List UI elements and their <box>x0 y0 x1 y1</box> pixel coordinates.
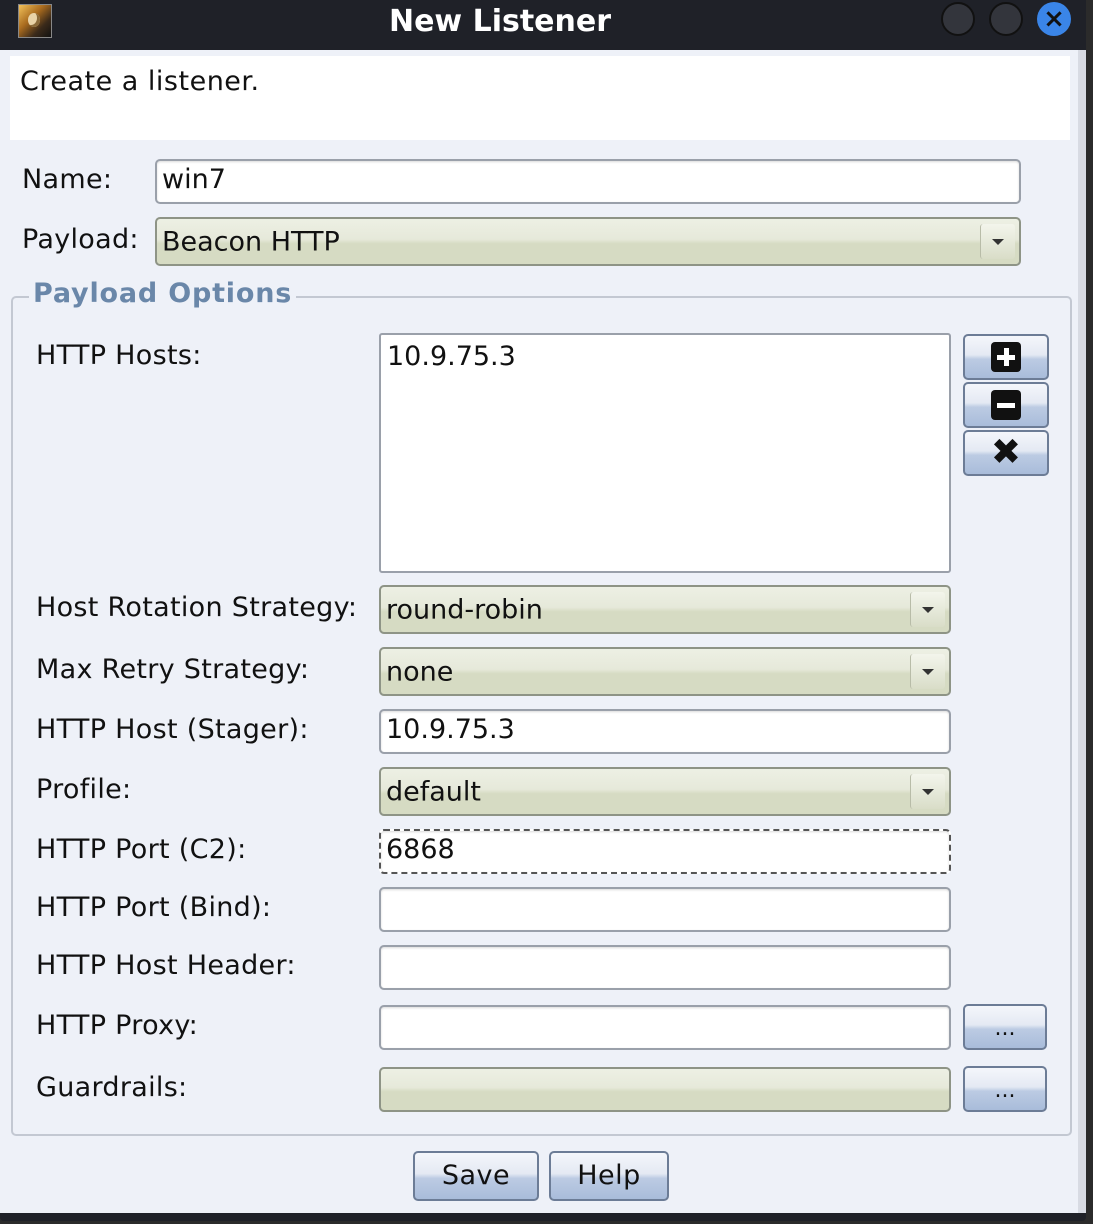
list-item[interactable]: 10.9.75.3 <box>387 341 516 372</box>
payload-options-title: Payload Options <box>29 278 297 309</box>
close-button[interactable]: × <box>1037 2 1071 36</box>
max-retry-label: Max Retry Strategy: <box>36 654 310 685</box>
port-c2-label: HTTP Port (C2): <box>36 834 247 865</box>
window-title: New Listener <box>388 4 612 39</box>
chevron-down-icon[interactable] <box>910 592 945 627</box>
profile-select[interactable]: default <box>379 767 951 816</box>
stager-host-field[interactable]: 10.9.75.3 <box>379 709 951 754</box>
payload-select[interactable]: Beacon HTTP <box>155 217 1021 266</box>
name-field[interactable]: win7 <box>155 159 1021 204</box>
port-c2-field[interactable]: 6868 <box>379 829 951 874</box>
port-bind-label: HTTP Port (Bind): <box>36 892 272 923</box>
payload-label: Payload: <box>22 224 139 255</box>
guardrails-edit-button[interactable]: ... <box>963 1066 1047 1112</box>
proxy-field[interactable] <box>379 1005 951 1050</box>
chevron-down-icon[interactable] <box>980 224 1015 259</box>
proxy-browse-button[interactable]: ... <box>963 1004 1047 1050</box>
title-bar[interactable]: New Listener × <box>0 0 1086 50</box>
minus-icon <box>991 390 1021 420</box>
plus-icon <box>991 342 1021 372</box>
guardrails-field[interactable] <box>379 1067 951 1112</box>
host-header-field[interactable] <box>379 945 951 990</box>
name-label: Name: <box>22 164 113 195</box>
proxy-label: HTTP Proxy: <box>36 1010 199 1041</box>
max-retry-value: none <box>386 656 454 687</box>
new-listener-dialog: New Listener × Create a listener. Name: … <box>0 0 1086 1221</box>
description-text: Create a listener. <box>20 66 260 97</box>
max-retry-select[interactable]: none <box>379 647 951 696</box>
chevron-down-icon[interactable] <box>910 774 945 809</box>
x-icon: ✖ <box>990 432 1022 473</box>
payload-select-value: Beacon HTTP <box>162 226 340 257</box>
stager-host-label: HTTP Host (Stager): <box>36 714 309 745</box>
port-bind-field[interactable] <box>379 887 951 932</box>
description-panel: Create a listener. <box>10 56 1070 140</box>
add-host-button[interactable] <box>963 334 1049 380</box>
maximize-button[interactable] <box>989 2 1023 36</box>
http-hosts-list[interactable]: 10.9.75.3 <box>379 333 951 573</box>
dialog-body: Create a listener. Name: win7 Payload: B… <box>0 50 1078 1213</box>
http-hosts-label: HTTP Hosts: <box>36 340 202 371</box>
remove-host-button[interactable] <box>963 382 1049 428</box>
help-button[interactable]: Help <box>549 1151 669 1201</box>
host-rotation-select[interactable]: round-robin <box>379 585 951 634</box>
profile-value: default <box>386 776 482 807</box>
host-rotation-label: Host Rotation Strategy: <box>36 592 358 623</box>
host-header-label: HTTP Host Header: <box>36 950 296 981</box>
save-button[interactable]: Save <box>413 1151 539 1201</box>
clear-hosts-button[interactable]: ✖ <box>963 430 1049 476</box>
window-edge <box>1078 50 1086 1213</box>
close-icon: × <box>1043 4 1065 34</box>
host-rotation-value: round-robin <box>386 594 543 625</box>
chevron-down-icon[interactable] <box>910 654 945 689</box>
minimize-button[interactable] <box>941 2 975 36</box>
profile-label: Profile: <box>36 774 132 805</box>
guardrails-label: Guardrails: <box>36 1072 188 1103</box>
